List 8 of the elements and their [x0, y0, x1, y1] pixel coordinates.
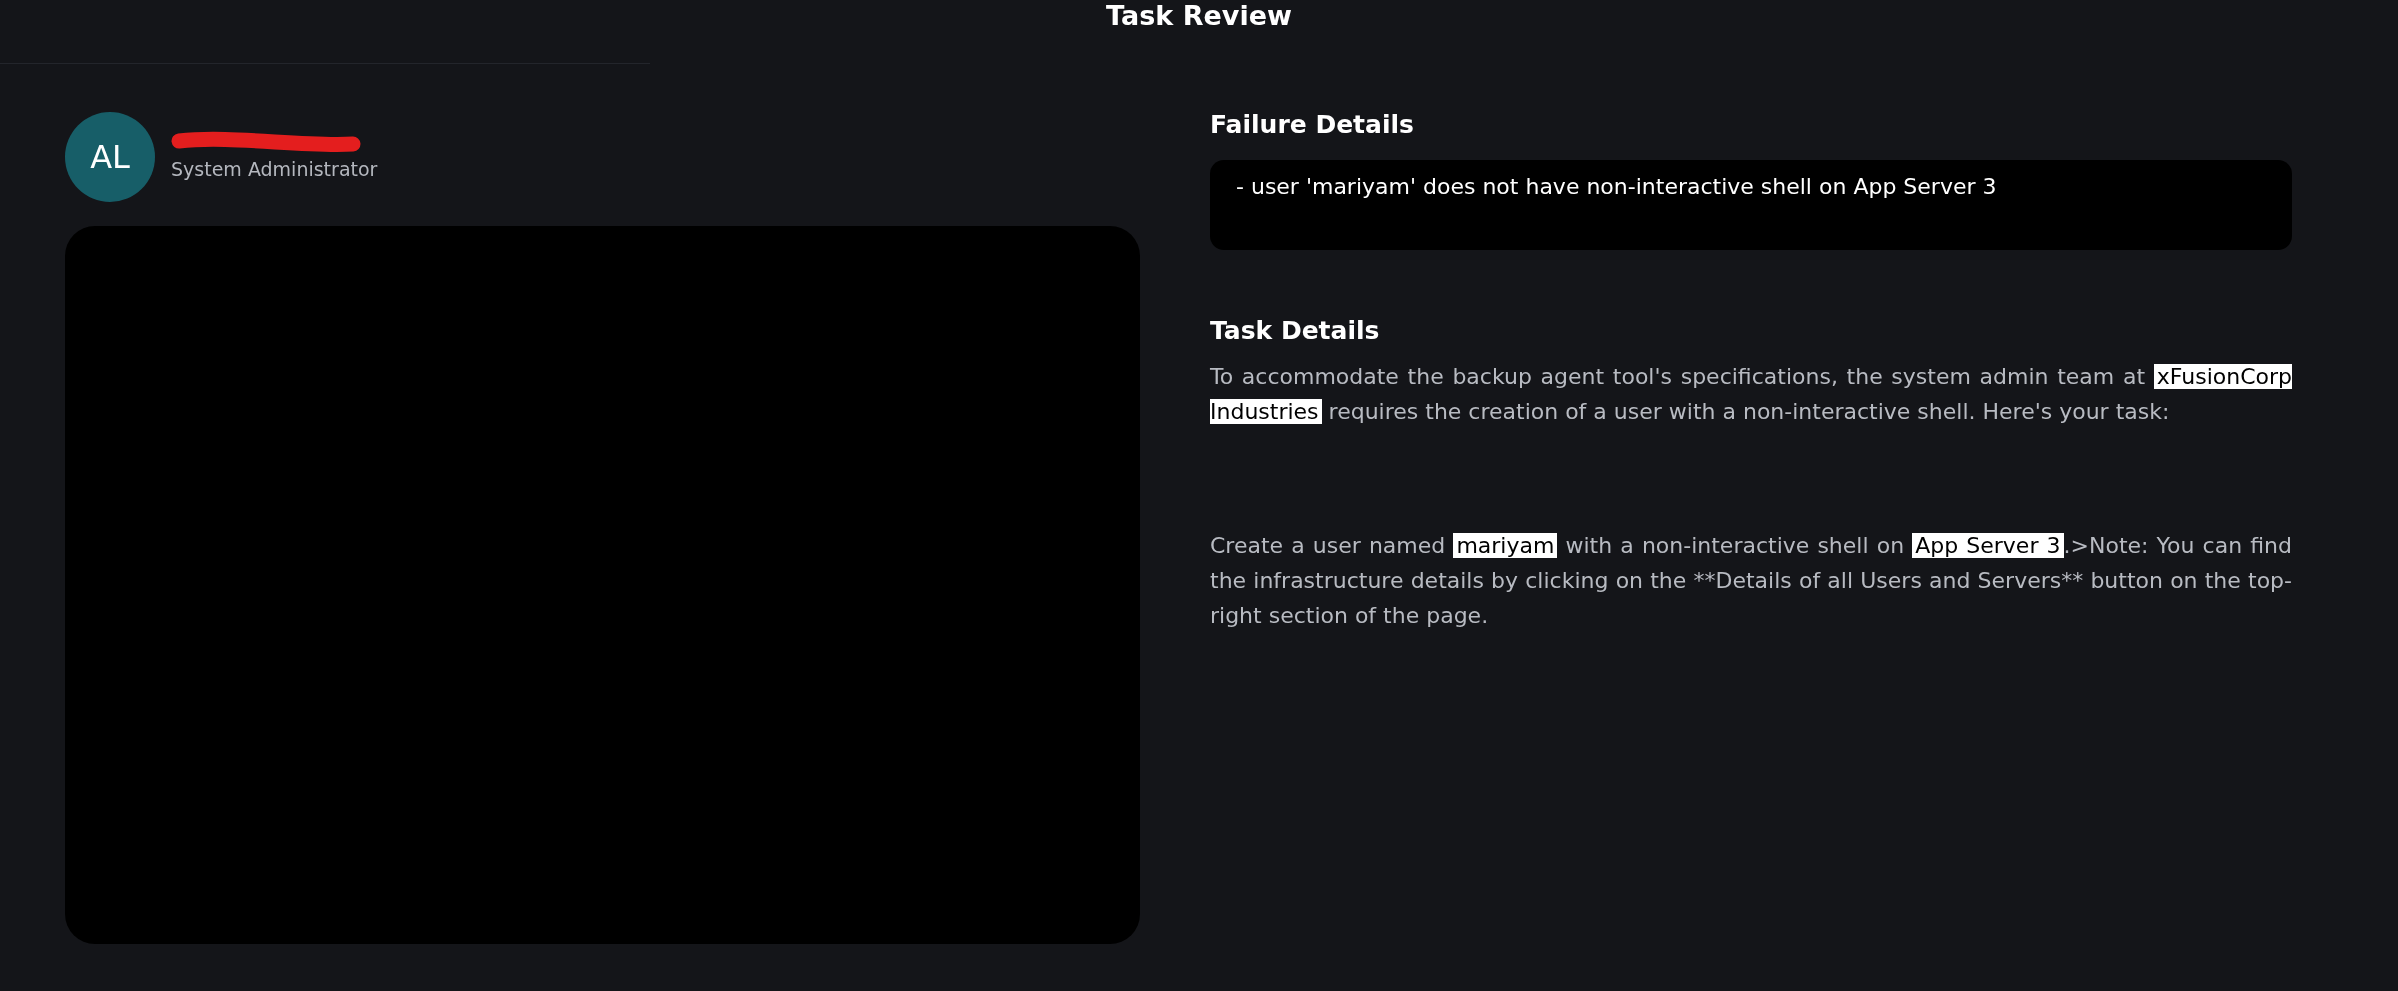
user-avatar: AL — [65, 112, 155, 203]
section-heading: Task Details — [1210, 314, 1381, 347]
failure-message: - user 'mariyam' does not have non-interactive shell on App Server 3 — [1236, 172, 1998, 201]
section-heading: Failure Details — [1210, 109, 1415, 142]
task-paragraph: To accommodate the backup agent tool's specifications, the system admin team at xFusionCorp Industries requires the creation of a user with a non-interactive shell. Here's your task: — [1210, 363, 2292, 427]
user-role: System Administrator — [171, 157, 378, 183]
page-title: Task Review — [1106, 0, 1292, 33]
task-paragraph: Create a user named mariyam with a non-interactive shell on App Server 3.>Note: You can find the infrastructure details by clicking on the **Details of all Users and Servers** button on the top-right section of the page. — [1210, 532, 2292, 631]
